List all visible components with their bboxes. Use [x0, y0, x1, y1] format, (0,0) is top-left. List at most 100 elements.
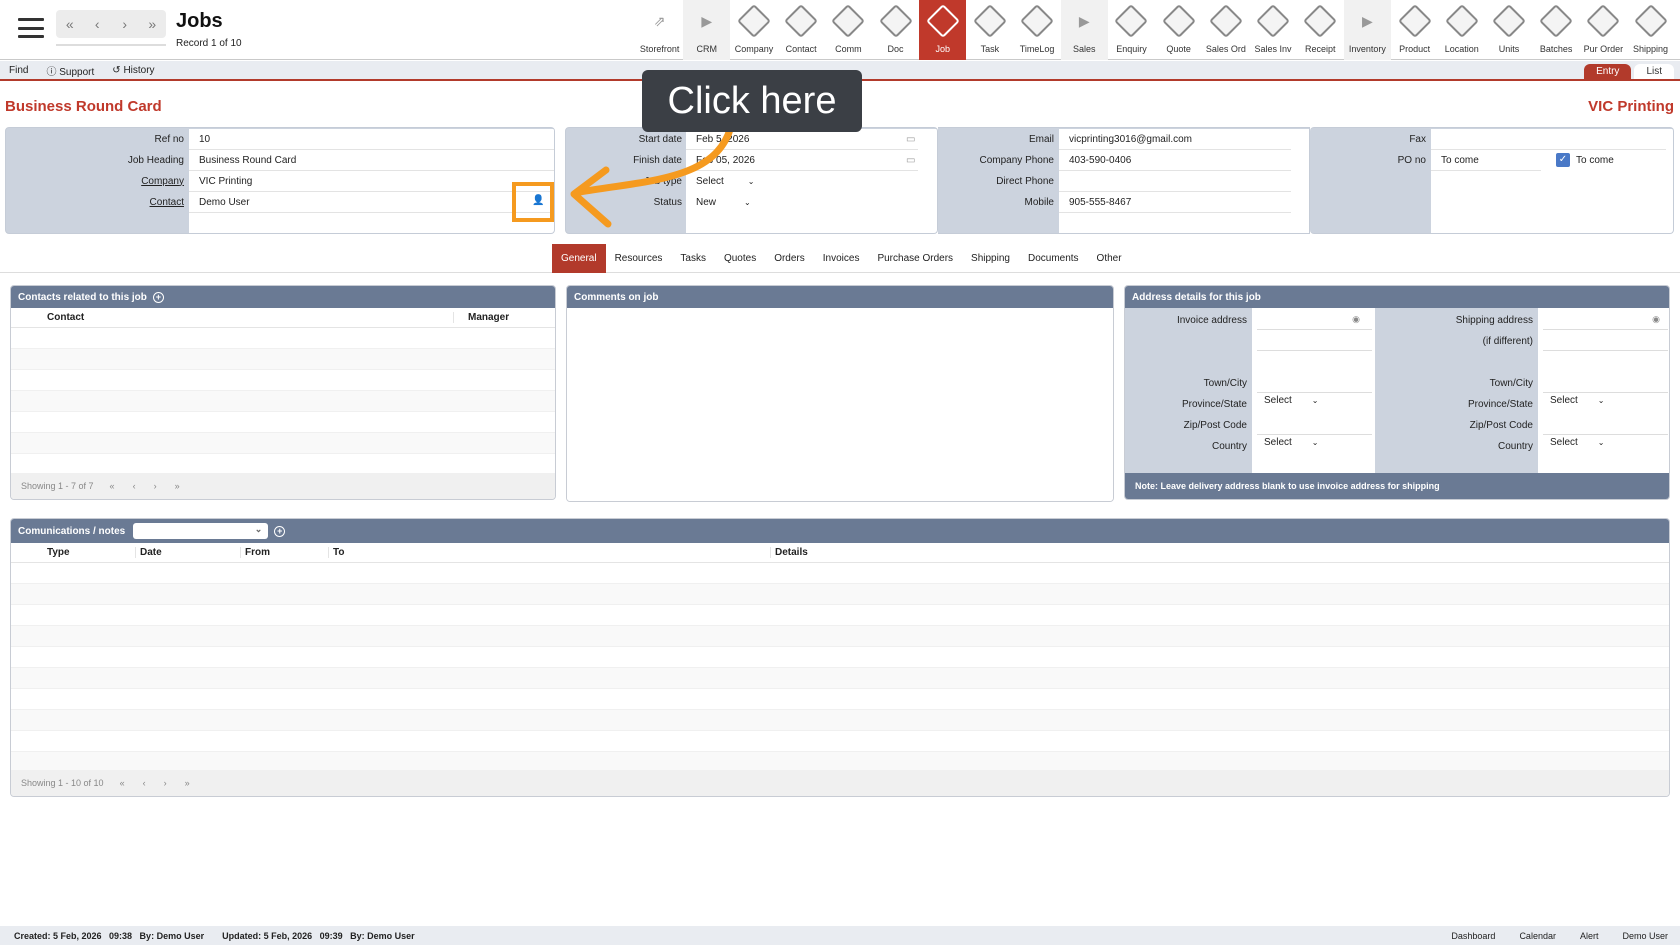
company-field[interactable]: VIC Printing [189, 171, 554, 192]
invoice-town-input[interactable] [1257, 373, 1372, 393]
col-to[interactable]: To [328, 547, 770, 558]
pager-prev-button[interactable]: ‹ [133, 481, 136, 491]
tab-shipping[interactable]: Shipping [962, 244, 1019, 273]
history-button[interactable]: ↺ History [103, 65, 163, 76]
invoice-province-select[interactable]: Select ⌄ [1264, 395, 1319, 406]
shipping-address-line2[interactable] [1543, 331, 1668, 351]
next-record-button[interactable]: › [113, 16, 137, 32]
tab-documents[interactable]: Documents [1019, 244, 1088, 273]
pager-first-button[interactable]: « [110, 481, 115, 491]
tab-list[interactable]: List [1634, 64, 1674, 79]
module-comm[interactable]: Comm [825, 0, 872, 60]
footer-link-dashboard[interactable]: Dashboard [1451, 931, 1495, 941]
module-receipt[interactable]: Receipt [1297, 0, 1344, 60]
calendar-icon[interactable]: ▭ [906, 134, 915, 145]
table-row[interactable] [11, 370, 555, 391]
company-phone-field[interactable]: 403-590-0406 [1059, 150, 1291, 171]
table-row[interactable] [11, 647, 1669, 668]
prev-record-button[interactable]: ‹ [85, 16, 109, 32]
pager-first-button[interactable]: « [120, 778, 125, 788]
company-link[interactable]: Company [6, 176, 184, 187]
tab-other[interactable]: Other [1088, 244, 1131, 273]
module-sales-ord[interactable]: Sales Ord [1202, 0, 1249, 60]
module-storefront[interactable]: ⇗ Storefront [636, 0, 683, 60]
last-record-button[interactable]: » [140, 16, 164, 32]
table-row[interactable] [11, 328, 555, 349]
table-row[interactable] [11, 584, 1669, 605]
invoice-address-line2[interactable] [1257, 331, 1372, 351]
table-row[interactable] [11, 349, 555, 370]
col-from[interactable]: From [240, 547, 328, 558]
find-button[interactable]: Find [0, 65, 37, 76]
invoice-address-input[interactable]: ◉ [1257, 310, 1372, 330]
col-date[interactable]: Date [135, 547, 240, 558]
module-shipping[interactable]: Shipping [1627, 0, 1674, 60]
po-field[interactable]: To come [1431, 150, 1541, 171]
table-row[interactable] [11, 454, 555, 475]
col-contact[interactable]: Contact [47, 312, 453, 323]
tab-purchase-orders[interactable]: Purchase Orders [868, 244, 962, 273]
footer-link-calendar[interactable]: Calendar [1519, 931, 1556, 941]
contact-link[interactable]: Contact [6, 197, 184, 208]
location-pin-icon[interactable]: ◉ [1352, 314, 1360, 325]
add-contact-icon[interactable]: + [152, 291, 164, 303]
table-row[interactable] [11, 605, 1669, 626]
table-row[interactable] [11, 433, 555, 454]
col-type[interactable]: Type [47, 547, 135, 558]
table-row[interactable] [11, 626, 1669, 647]
support-button[interactable]: ⓘ Support [37, 63, 103, 78]
table-row[interactable] [11, 689, 1669, 710]
contact-field[interactable]: Demo User [189, 192, 554, 213]
shipping-address-input[interactable]: ◉ [1543, 310, 1668, 330]
col-manager[interactable]: Manager [453, 312, 509, 323]
fax-field[interactable] [1431, 129, 1666, 150]
module-crm[interactable]: ▶ CRM [683, 0, 731, 60]
tab-orders[interactable]: Orders [765, 244, 814, 273]
pager-last-button[interactable]: » [175, 481, 180, 491]
module-contact[interactable]: Contact [778, 0, 825, 60]
shipping-town-input[interactable] [1543, 373, 1668, 393]
tab-invoices[interactable]: Invoices [814, 244, 869, 273]
module-inventory[interactable]: ▶ Inventory [1343, 0, 1391, 60]
module-doc[interactable]: Doc [872, 0, 919, 60]
invoice-zip-input[interactable] [1257, 415, 1372, 435]
table-row[interactable] [11, 563, 1669, 584]
direct-phone-field[interactable] [1059, 171, 1291, 192]
footer-link-alert[interactable]: Alert [1580, 931, 1599, 941]
module-enquiry[interactable]: Enquiry [1108, 0, 1155, 60]
module-pur-order[interactable]: Pur Order [1580, 0, 1627, 60]
mobile-field[interactable]: 905-555-8467 [1059, 192, 1291, 213]
module-product[interactable]: Product [1391, 0, 1438, 60]
module-sales[interactable]: ▶ Sales [1060, 0, 1108, 60]
module-timelog[interactable]: TimeLog [1014, 0, 1061, 60]
module-quote[interactable]: Quote [1155, 0, 1202, 60]
shipping-province-select[interactable]: Select ⌄ [1550, 395, 1605, 406]
module-units[interactable]: Units [1485, 0, 1532, 60]
pager-next-button[interactable]: › [154, 481, 157, 491]
job-heading-field[interactable]: Business Round Card [189, 150, 554, 171]
module-batches[interactable]: Batches [1533, 0, 1580, 60]
module-job[interactable]: Job [919, 0, 967, 60]
add-communication-icon[interactable]: + [274, 525, 286, 537]
po-checkbox[interactable]: ✓ [1556, 153, 1570, 167]
col-details[interactable]: Details [770, 547, 808, 558]
table-row[interactable] [11, 391, 555, 412]
table-row[interactable] [11, 668, 1669, 689]
calendar-icon[interactable]: ▭ [906, 155, 915, 166]
module-location[interactable]: Location [1438, 0, 1485, 60]
tab-entry[interactable]: Entry [1584, 64, 1632, 79]
module-task[interactable]: Task [966, 0, 1013, 60]
shipping-zip-input[interactable] [1543, 415, 1668, 435]
table-row[interactable] [11, 731, 1669, 752]
first-record-button[interactable]: « [58, 16, 82, 32]
footer-link-demo-user[interactable]: Demo User [1622, 931, 1668, 941]
pager-last-button[interactable]: » [185, 778, 190, 788]
menu-icon[interactable] [18, 18, 44, 38]
table-row[interactable] [11, 710, 1669, 731]
table-row[interactable] [11, 412, 555, 433]
email-field[interactable]: vicprinting3016@gmail.com [1059, 129, 1291, 150]
comments-textarea[interactable] [567, 308, 1113, 501]
ref-field[interactable]: 10 [189, 129, 554, 150]
communications-filter-select[interactable]: ⌄ [133, 523, 269, 539]
module-sales-inv[interactable]: Sales Inv [1249, 0, 1296, 60]
